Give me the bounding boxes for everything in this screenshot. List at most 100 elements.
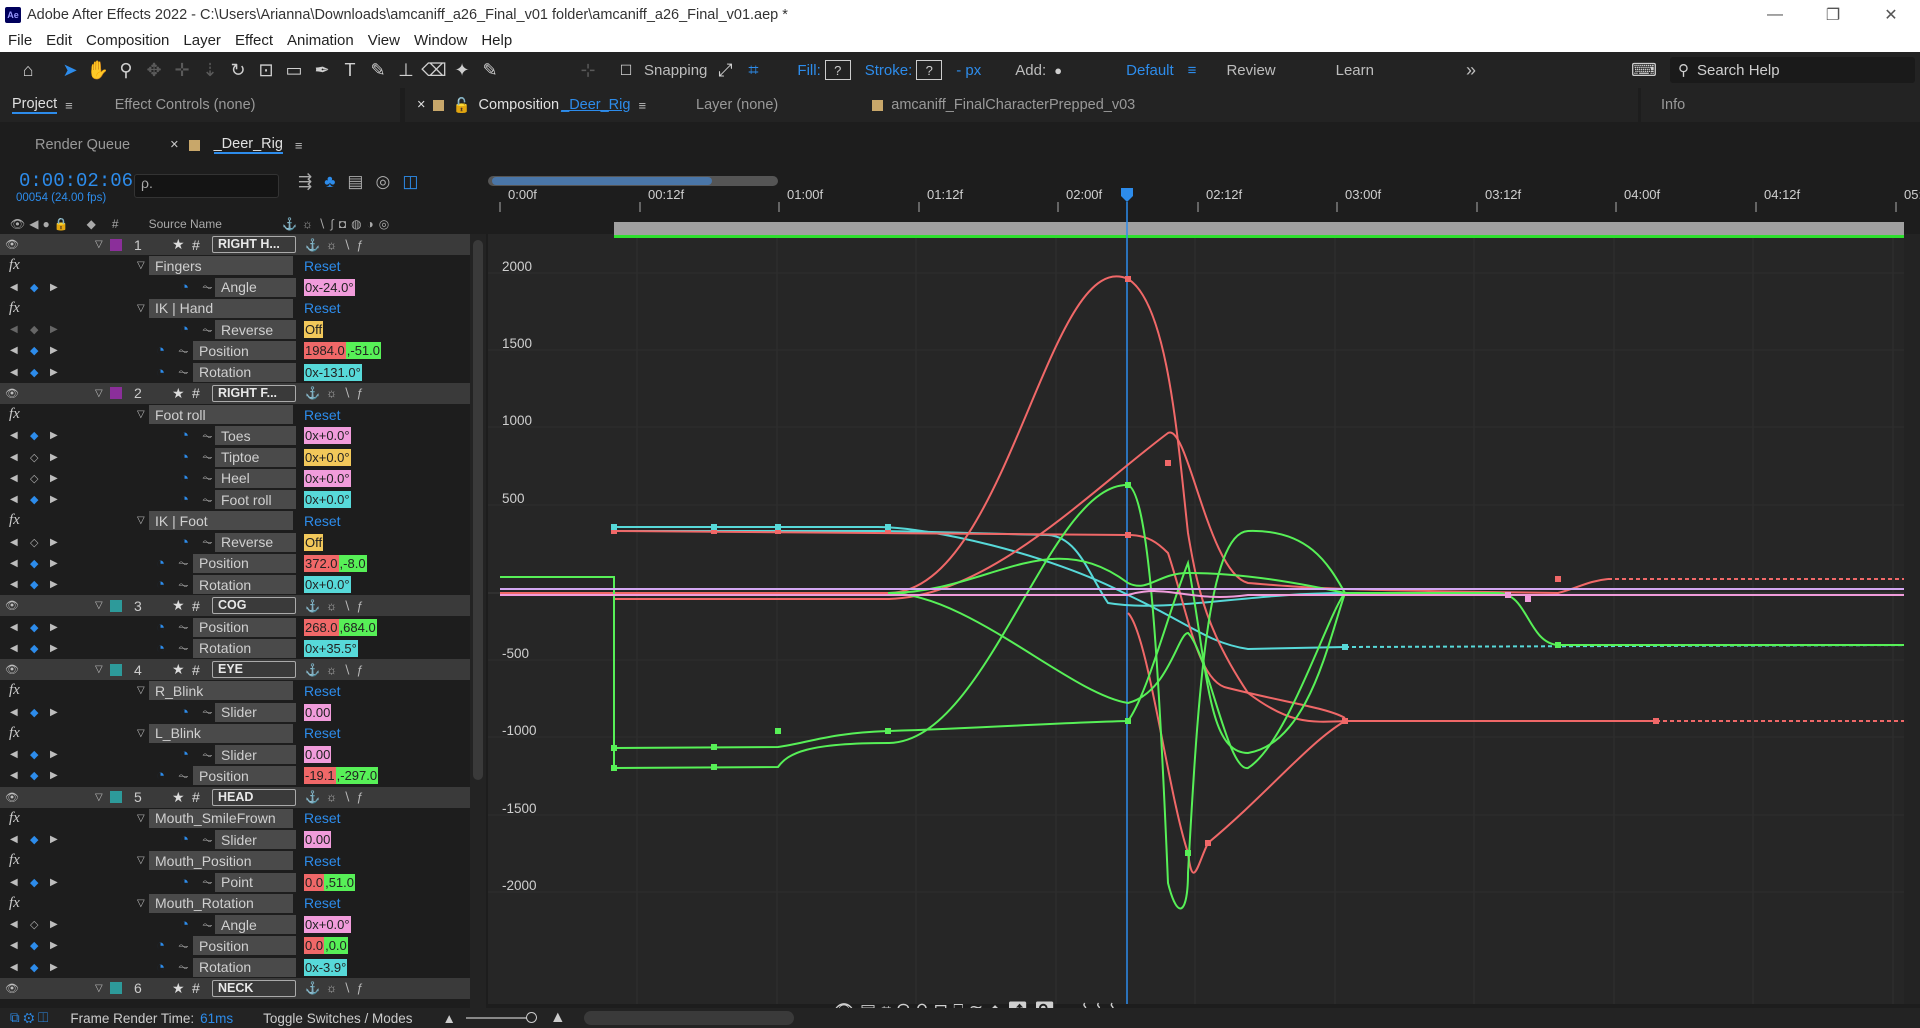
prev-keyframe-icon[interactable]: ◀ [10, 324, 18, 335]
stopwatch-icon[interactable]: ◔ [156, 767, 165, 784]
prev-keyframe-icon[interactable]: ◀ [10, 622, 18, 633]
stopwatch-icon[interactable]: ◔ [180, 279, 189, 296]
fx-icon[interactable]: fx [9, 406, 20, 423]
lock-icon[interactable]: 🔓 [452, 97, 470, 114]
property-value[interactable]: 1984.0 ,-51.0 [304, 342, 382, 360]
keyframe-marker[interactable] [611, 765, 617, 771]
keyframe-toggle-icon[interactable]: ◆ [30, 706, 38, 719]
effect-reset-link[interactable]: Reset [304, 725, 341, 741]
keyframe-marker[interactable] [775, 728, 781, 734]
property-value-part[interactable]: ,-51.0 [345, 342, 382, 360]
prev-keyframe-icon[interactable]: ◀ [10, 494, 18, 505]
layer-row[interactable]: 👁 ▽ 1 ★ # RIGHT H... ⚓☼∖ƒ [0, 234, 470, 255]
layer-name[interactable]: NECK [212, 979, 296, 997]
property-value-part[interactable]: 0.0 [304, 937, 325, 955]
graph-toggle-icon[interactable]: ⏦ [202, 470, 213, 486]
fx-icon[interactable]: fx [9, 725, 20, 742]
menu-edit[interactable]: Edit [38, 32, 78, 49]
keyframe-toggle-icon[interactable]: ◆ [30, 876, 38, 889]
hand-tool-icon[interactable]: ✋ [84, 56, 112, 84]
effect-expand-icon[interactable]: ▽ [137, 728, 145, 739]
search-help-input[interactable]: ⚲ Search Help [1670, 57, 1915, 83]
property-row[interactable]: ◀ ◆ ▶ ◔ ⏦ Position 268.0,684.0 [0, 617, 470, 638]
keyframe-toggle-icon[interactable]: ◇ [30, 918, 38, 931]
property-value-part[interactable]: 0x-131.0° [304, 363, 362, 381]
property-value[interactable]: 0x+0.0° [304, 916, 351, 933]
clone-stamp-tool-icon[interactable]: ⊥ [392, 56, 420, 84]
layer-label-color[interactable] [110, 238, 122, 251]
keyframe-marker[interactable] [1525, 596, 1531, 602]
graph-toggle-icon[interactable]: ⏦ [202, 428, 213, 444]
tab-composition[interactable]: × 🔓 Composition _Deer_Rig ≡ [405, 88, 658, 122]
property-value-part[interactable]: 0x+0.0° [304, 916, 351, 933]
property-row[interactable]: ◀ ◆ ▶ ◔ ⏦ Rotation 0x+0.0° [0, 574, 470, 595]
graph-toggle-icon[interactable]: ⏦ [202, 747, 213, 763]
keyframe-toggle-icon[interactable]: ◆ [30, 493, 38, 506]
keyframe-marker[interactable] [711, 764, 717, 770]
layer-switches-icons[interactable]: ⚓☼∖ƒ [305, 790, 369, 804]
prev-keyframe-icon[interactable]: ◀ [10, 367, 18, 378]
property-value-part[interactable]: 0x+0.0° [304, 448, 351, 466]
layer-switches-icons[interactable]: ⚓☼∖ƒ [305, 981, 369, 995]
property-value[interactable]: -19.1 ,-297.0 [304, 767, 379, 785]
prev-keyframe-icon[interactable]: ◀ [10, 345, 18, 356]
layer-visibility-icon[interactable]: 👁 [5, 599, 19, 612]
effect-expand-icon[interactable]: ▽ [137, 303, 145, 314]
keyframe-marker[interactable] [611, 524, 617, 530]
prev-keyframe-icon[interactable]: ◀ [10, 770, 18, 781]
property-value-part[interactable]: ,-8.0 [338, 554, 367, 572]
workspace-default[interactable]: Default [1126, 62, 1174, 79]
stopwatch-icon[interactable]: ◔ [180, 704, 189, 721]
prev-keyframe-icon[interactable]: ◀ [10, 940, 18, 951]
menu-composition[interactable]: Composition [78, 32, 175, 49]
pan-behind-tool-icon[interactable]: ⊡ [252, 56, 280, 84]
next-keyframe-icon[interactable]: ▶ [50, 430, 58, 441]
status-icons[interactable]: ⧉ ⚙ ◫ [10, 1010, 48, 1026]
keyframe-toggle-icon[interactable]: ◆ [30, 344, 38, 357]
prev-keyframe-icon[interactable]: ◀ [10, 452, 18, 463]
keyframe-toggle-icon[interactable]: ◆ [30, 578, 38, 591]
layer-expand-icon[interactable]: ▽ [95, 600, 103, 611]
comp-flowchart-icon[interactable]: ⇶ [298, 172, 312, 192]
effect-row[interactable]: fx ▽ Mouth_Position Reset [0, 850, 470, 871]
stopwatch-icon[interactable]: ◔ [156, 937, 165, 954]
property-row[interactable]: ◀ ◇ ▶ ◔ ⏦ Tiptoe 0x+0.0° [0, 447, 470, 468]
next-keyframe-icon[interactable]: ▶ [50, 622, 58, 633]
next-keyframe-icon[interactable]: ▶ [50, 749, 58, 760]
rectangle-tool-icon[interactable]: ▭ [280, 56, 308, 84]
eraser-tool-icon[interactable]: ⌫ [420, 56, 448, 84]
property-value-part[interactable]: 372.0 [304, 554, 339, 572]
layer-visibility-icon[interactable]: 👁 [5, 387, 19, 400]
next-keyframe-icon[interactable]: ▶ [50, 494, 58, 505]
property-value-part[interactable]: 0.00 [304, 831, 332, 848]
layer-expand-icon[interactable]: ▽ [95, 239, 103, 250]
next-keyframe-icon[interactable]: ▶ [50, 643, 58, 654]
stopwatch-icon[interactable]: ◔ [156, 555, 165, 572]
graph-toggle-icon[interactable]: ⏦ [202, 917, 213, 933]
home-icon[interactable]: ⌂ [14, 56, 42, 84]
effect-row[interactable]: fx ▽ IK | Hand Reset [0, 298, 470, 319]
next-keyframe-icon[interactable]: ▶ [50, 940, 58, 951]
stopwatch-icon[interactable]: ◔ [156, 364, 165, 381]
property-value-part[interactable]: 1984.0 [304, 342, 346, 360]
property-value-part[interactable]: 0x+0.0° [304, 491, 351, 508]
property-value[interactable]: 0x-3.9° [304, 958, 348, 976]
property-row[interactable]: ◀ ◆ ▶ ◔ ⏦ Rotation 0x-131.0° [0, 362, 470, 383]
layer-scroll-thumb[interactable] [473, 240, 483, 780]
graph-toggle-icon[interactable]: ⏦ [202, 874, 213, 890]
effect-row[interactable]: fx ▽ Fingers Reset [0, 255, 470, 276]
workspace-menu-icon[interactable]: ≡ [1188, 62, 1197, 79]
fx-icon[interactable]: fx [9, 682, 20, 699]
layer-expand-icon[interactable]: ▽ [95, 792, 103, 803]
stopwatch-icon[interactable]: ◔ [180, 491, 189, 508]
layer-search-input[interactable]: ρ. [134, 174, 279, 198]
property-value-part[interactable]: 0x+0.0° [304, 427, 351, 445]
graph-toggle-icon[interactable]: ⏦ [202, 534, 213, 550]
next-keyframe-icon[interactable]: ▶ [50, 962, 58, 973]
tab-project[interactable]: Project ≡ [0, 88, 85, 122]
property-row[interactable]: ◀ ◆ ▶ ◔ ⏦ Slider 0.00 [0, 744, 470, 765]
minimize-button[interactable]: — [1746, 0, 1804, 29]
graph-toggle-icon[interactable]: ⏦ [178, 555, 189, 571]
source-name-header[interactable]: Source Name [149, 217, 222, 231]
stopwatch-icon[interactable]: ◔ [156, 342, 165, 359]
